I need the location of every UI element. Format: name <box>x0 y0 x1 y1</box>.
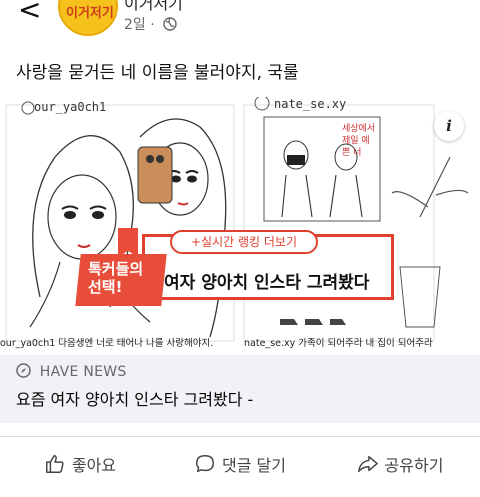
link-source: HAVE NEWS <box>16 363 127 380</box>
share-label: 공유하기 <box>384 456 444 475</box>
banner-headline: 여자 양아치 인스타 그려봤다 <box>164 273 370 293</box>
post-text: 사랑을 묻거든 네 이름을 불러야지, 국룰 <box>16 63 299 83</box>
author-name[interactable]: 이거저기 <box>124 0 183 14</box>
link-card-footer[interactable]: HAVE NEWS 요즘 여자 양아치 인스타 그려봤다 - <box>0 355 480 423</box>
share-icon <box>357 455 378 473</box>
back-button[interactable]: < <box>18 0 41 24</box>
info-button[interactable]: i <box>434 111 464 141</box>
share-button[interactable]: 공유하기 <box>320 440 480 488</box>
thumbs-up-icon <box>45 455 64 473</box>
like-label: 좋아요 <box>71 456 117 475</box>
comment-icon <box>196 455 214 473</box>
post-meta: 2일 · <box>124 14 177 34</box>
post-actions-bar: 좋아요 댓글 달기 공유하기 <box>0 440 480 488</box>
timestamp[interactable]: 2일 <box>124 17 146 33</box>
handle-left: our_ya0ch1 <box>34 100 107 114</box>
comment-label: 댓글 달기 <box>222 456 286 475</box>
like-button[interactable]: 좋아요 <box>0 440 160 488</box>
ranking-banner: +실시간 랭킹 더보기 톡커들의 선택! 여자 양아치 인스타 그려봤다 <box>75 228 398 306</box>
link-title[interactable]: 요즘 여자 양아치 인스타 그려봤다 - <box>16 386 253 410</box>
link-preview-card[interactable]: our_ya0ch1 nate_se.xy 세상에서 제일 예쁜 너 i +실시… <box>0 97 480 423</box>
caption-left: our_ya0ch1 다음생엔 너로 태어나 나를 사랑해야지. <box>0 338 214 349</box>
avatar[interactable]: 이거저기 <box>58 0 118 36</box>
globe-icon <box>163 17 177 31</box>
banner-badge-text: 톡커들의 선택! <box>88 260 144 296</box>
caption-right: nate_se.xy 가족이 되어주라 내 집이 되어주라 <box>244 338 433 349</box>
illustration-sketch <box>5 97 469 342</box>
actions-divider <box>0 436 480 437</box>
poster-text: 세상에서 제일 예쁜 너 <box>342 124 376 158</box>
comment-button[interactable]: 댓글 달기 <box>160 440 320 488</box>
post-header: < 이거저기 이거저기 2일 · <box>0 0 480 44</box>
handle-right: nate_se.xy <box>274 97 347 111</box>
link-preview-image[interactable]: our_ya0ch1 nate_se.xy 세상에서 제일 예쁜 너 i +실시… <box>0 97 480 355</box>
middle-dot: · <box>150 17 155 33</box>
avatar-logo-text: 이거저기 <box>66 6 114 21</box>
ranking-more-pill: +실시간 랭킹 더보기 <box>170 230 318 254</box>
source-name: HAVE NEWS <box>39 364 127 380</box>
compass-icon <box>16 363 31 378</box>
